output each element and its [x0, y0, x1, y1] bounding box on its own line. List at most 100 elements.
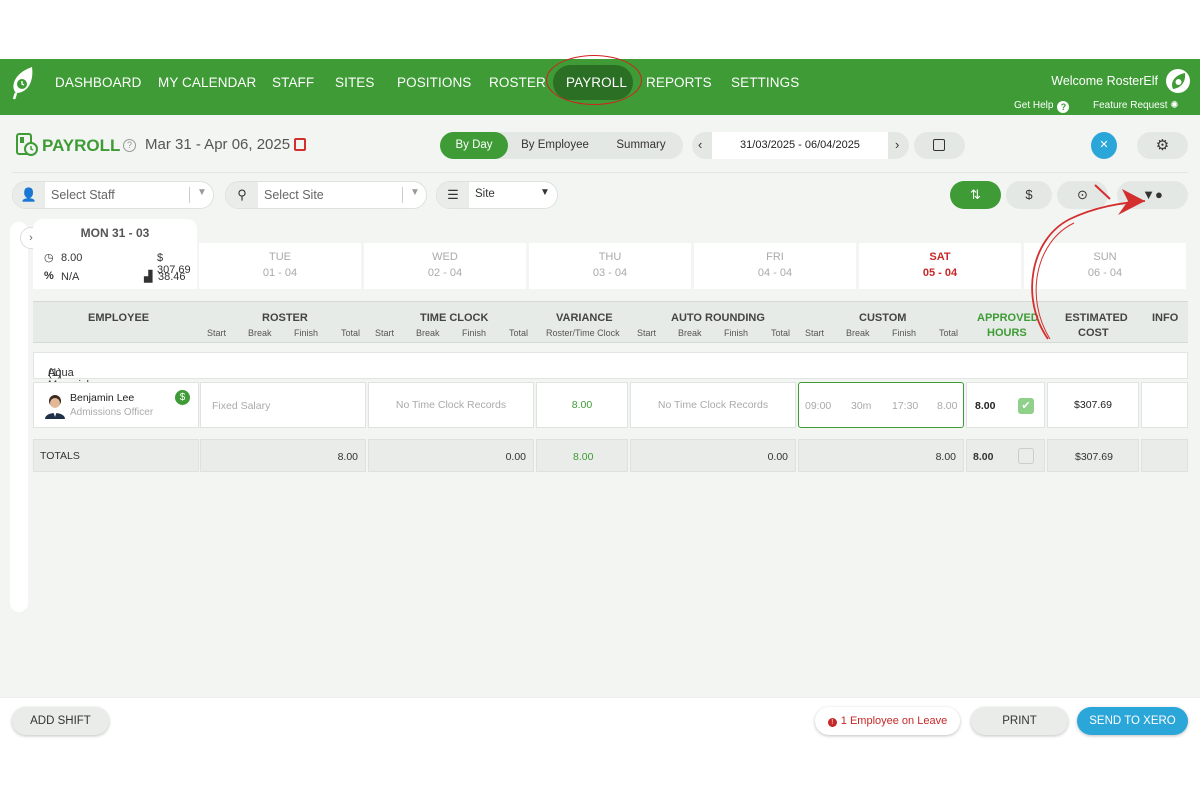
totals-label: TOTALS [40, 450, 80, 462]
time-clock-value: No Time Clock Records [395, 399, 507, 411]
approved-checkbox[interactable]: ✔ [1018, 398, 1034, 414]
sub-break: Break [846, 328, 870, 338]
info-cell[interactable] [1141, 382, 1188, 428]
chevron-left-icon[interactable]: ‹ [698, 137, 702, 152]
totals-cost: $307.69 [1047, 439, 1139, 472]
select-staff-placeholder: Select Staff [51, 188, 115, 202]
variance-value: 8.00 [571, 399, 593, 411]
sub-start: Start [375, 328, 395, 338]
custom-cell[interactable]: 09:00 30m 17:30 8.00 [798, 382, 964, 428]
sub-finish: Finish [892, 328, 917, 338]
bar-chart-icon: ▟ [144, 271, 153, 283]
dollar-icon[interactable]: $ [1006, 181, 1052, 209]
clock-icon: ◷ [44, 252, 54, 264]
question-icon: ? [1057, 101, 1070, 113]
nav-staff[interactable]: STAFF [272, 75, 314, 90]
col-custom: CUSTOM [859, 312, 907, 324]
day-mon-selected[interactable]: MON 31 - 03 ◷ 8.00 $ 307.69 % N/A ▟ 38.4… [33, 219, 197, 289]
day-name: THU [598, 251, 622, 263]
user-avatar[interactable] [1166, 69, 1190, 93]
side-rail [10, 222, 28, 612]
roster-value: Fixed Salary [212, 400, 271, 412]
nav-roster[interactable]: ROSTER [489, 75, 546, 90]
tab-by-day[interactable]: By Day [440, 132, 508, 159]
day-sun[interactable]: SUN 06 - 04 [1024, 243, 1186, 289]
tab-summary[interactable]: Summary [602, 132, 680, 159]
totals-variance-value: 8.00 [573, 451, 594, 463]
filter-icon[interactable]: ▼● [1117, 181, 1188, 209]
custom-finish[interactable]: 17:30 [892, 400, 918, 412]
day-thu[interactable]: THU 03 - 04 [529, 243, 691, 289]
divider [402, 187, 403, 203]
gear-icon[interactable]: ⚙ [1137, 132, 1188, 159]
feature-request-label: Feature Request [1093, 100, 1168, 111]
employee-avatar [45, 395, 65, 419]
close-icon[interactable]: ✕ [1091, 132, 1117, 159]
page-header: PAYROLL ? Mar 31 - Apr 06, 2025 By Day B… [12, 127, 1188, 171]
percent-icon: % [44, 270, 54, 282]
location-pin-icon: ⚲ [226, 182, 258, 208]
nav-dashboard[interactable]: DASHBOARD [55, 75, 141, 90]
col-employee: EMPLOYEE [88, 312, 150, 324]
time-clock-cell[interactable]: No Time Clock Records [368, 382, 534, 428]
group-by-select[interactable]: ☰ Site ▼ [436, 181, 558, 209]
custom-start[interactable]: 09:00 [805, 400, 831, 412]
variance-cell: 8.00 [536, 382, 628, 428]
col-roster: ROSTER [262, 312, 308, 324]
send-to-xero-button[interactable]: SEND TO XERO [1077, 707, 1188, 735]
day-name: FRI [766, 251, 784, 263]
date-picker-value[interactable]: 31/03/2025 - 06/04/2025 [712, 132, 888, 159]
day-fri[interactable]: FRI 04 - 04 [694, 243, 856, 289]
employee-cell[interactable]: Benjamin Lee Admissions Officer $ [33, 382, 199, 428]
sub-break: Break [678, 328, 702, 338]
approved-cell: 8.00 ✔ [966, 382, 1045, 428]
chevron-right-icon[interactable]: › [895, 137, 899, 152]
nav-reports[interactable]: REPORTS [646, 75, 712, 90]
sub-start: Start [805, 328, 825, 338]
custom-break[interactable]: 30m [851, 400, 871, 412]
day-date: 02 - 04 [427, 267, 463, 279]
employee-leave-button[interactable]: ! 1 Employee on Leave [815, 707, 960, 735]
sort-az-icon[interactable]: ⇅ [950, 181, 1001, 209]
date-picker: ‹ 31/03/2025 - 06/04/2025 › [692, 132, 909, 159]
sub-total: Total [939, 328, 959, 338]
app-window: DASHBOARD MY CALENDAR STAFF SITES POSITI… [0, 55, 1200, 742]
day-date: 06 - 04 [1087, 267, 1123, 279]
nav-positions[interactable]: POSITIONS [397, 75, 471, 90]
totals-checkbox[interactable] [1018, 448, 1034, 464]
site-group-count: (1) [48, 367, 62, 379]
print-button[interactable]: PRINT [971, 707, 1068, 735]
select-site-dropdown[interactable]: ⚲ Select Site ▼ [225, 181, 427, 209]
calendar-red-icon[interactable] [294, 138, 306, 151]
feature-request-link[interactable]: Feature Request ✺ [1093, 100, 1179, 111]
sub-finish: Finish [462, 328, 487, 338]
roster-cell[interactable]: Fixed Salary [200, 382, 366, 428]
nav-settings[interactable]: SETTINGS [731, 75, 799, 90]
add-shift-button[interactable]: ADD SHIFT [12, 707, 109, 735]
day-name: WED [432, 251, 458, 263]
day-sat[interactable]: SAT 05 - 04 [859, 243, 1021, 289]
nav-payroll[interactable]: PAYROLL [566, 75, 627, 90]
clock-sort-icon[interactable]: ⊙ [1057, 181, 1108, 209]
day-date: 03 - 04 [592, 267, 628, 279]
get-help-link[interactable]: Get Help? [1014, 100, 1070, 113]
day-wed[interactable]: WED 02 - 04 [364, 243, 526, 289]
day-percent: N/A [61, 271, 80, 283]
select-staff-dropdown[interactable]: 👤 Select Staff ▼ [12, 181, 214, 209]
day-tue[interactable]: TUE 01 - 04 [199, 243, 361, 289]
employee-name[interactable]: Benjamin Lee [70, 392, 134, 404]
auto-rounding-cell: No Time Clock Records [630, 382, 796, 428]
help-icon[interactable]: ? [123, 139, 136, 152]
site-group-row[interactable]: Aqua Mavericks Swim School (1) [33, 352, 1188, 415]
get-help-label: Get Help [1014, 100, 1054, 111]
nav-my-calendar[interactable]: MY CALENDAR [158, 75, 256, 90]
nav-sites[interactable]: SITES [335, 75, 375, 90]
totals-auto-rounding-value: 0.00 [767, 451, 788, 463]
list-icon: ☰ [437, 182, 469, 208]
totals-cost-value: $307.69 [1075, 451, 1113, 463]
tab-by-employee[interactable]: By Employee [512, 132, 598, 159]
rosterelf-logo-icon[interactable] [8, 65, 36, 101]
header-divider [12, 172, 1188, 173]
calendar-button[interactable] [914, 132, 965, 159]
sub-variance: Roster/Time Clock [546, 328, 620, 338]
